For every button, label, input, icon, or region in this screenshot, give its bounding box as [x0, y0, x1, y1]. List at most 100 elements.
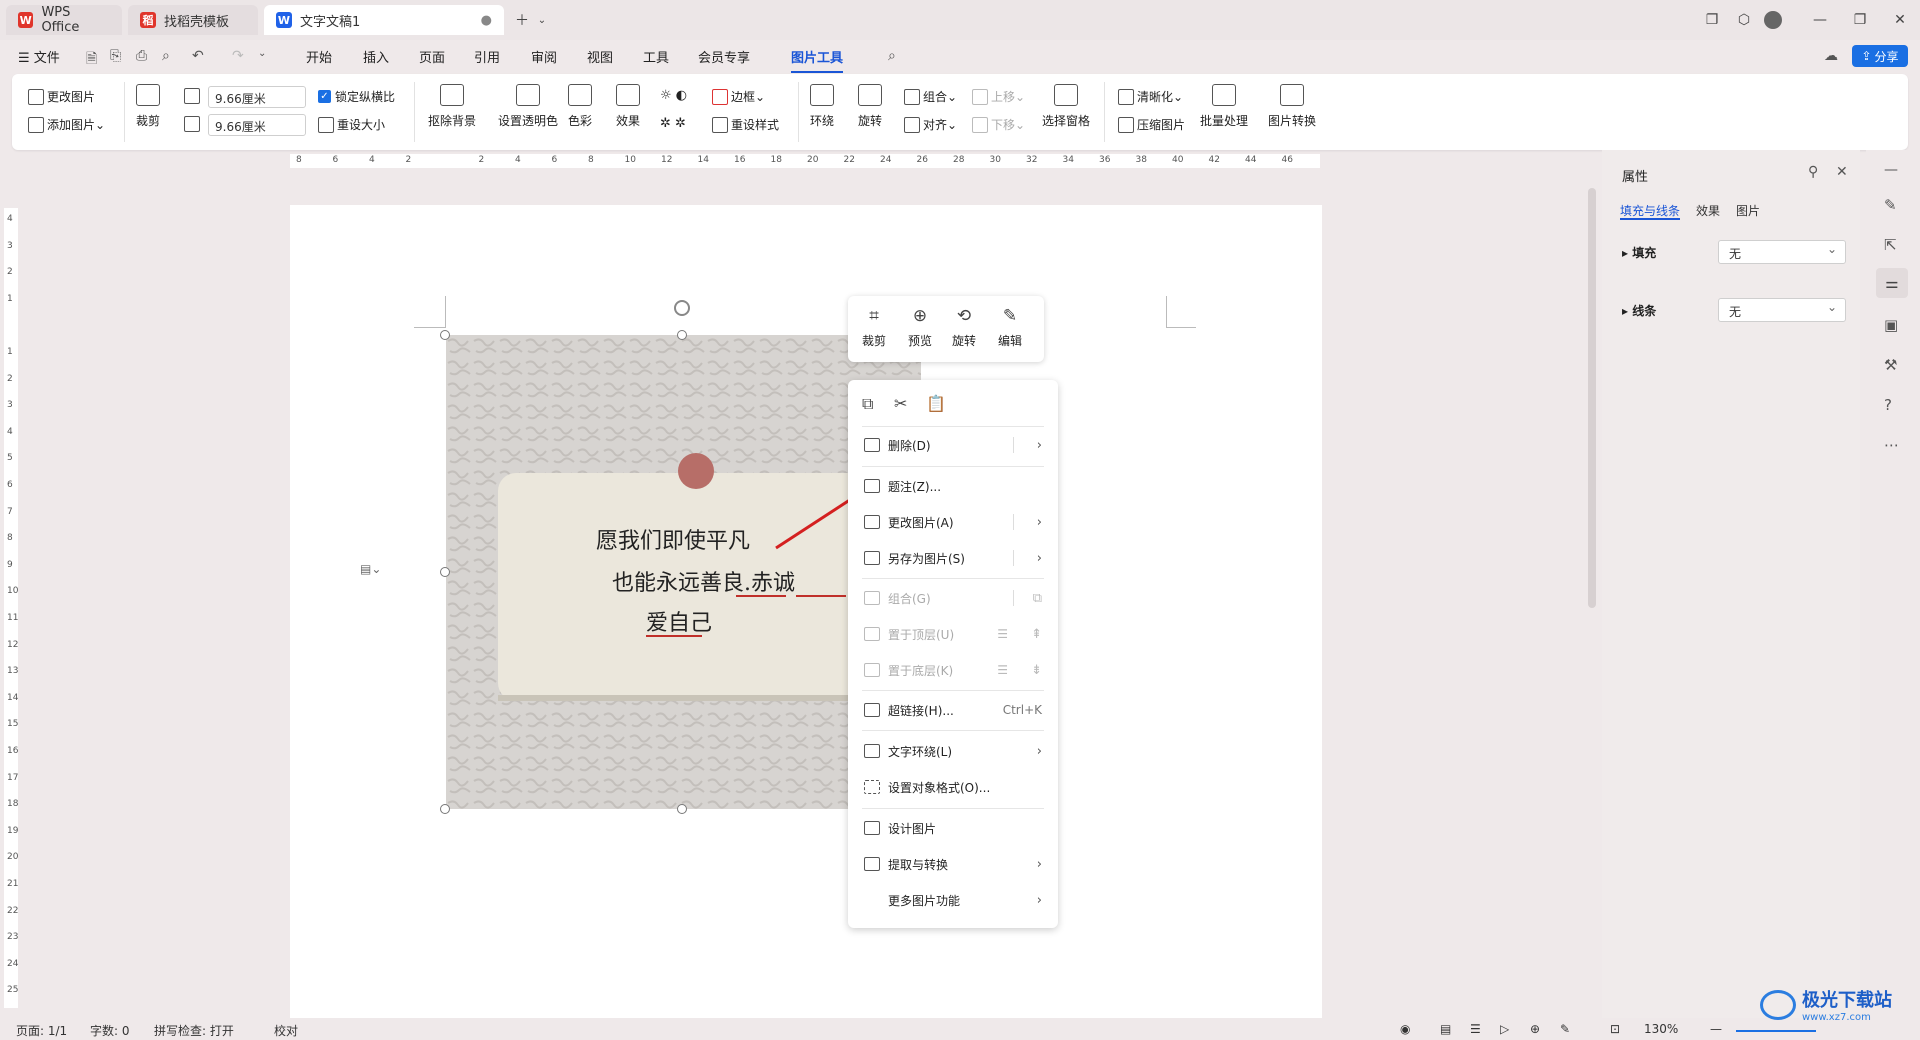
menu-text-wrap[interactable]: 文字环绕(L) › — [848, 738, 1058, 764]
redo-icon[interactable]: ↷ — [232, 48, 244, 64]
page-count[interactable]: 页面: 1/1 — [16, 1022, 67, 1039]
collapse-icon[interactable]: — — [1884, 162, 1898, 178]
more-icon[interactable]: ⋯ — [1884, 436, 1899, 454]
menu-bring-to-front[interactable]: 置于顶层(U) ☰ ⇞ — [848, 621, 1058, 647]
tab-document[interactable]: W 文字文稿1 ● — [264, 5, 504, 35]
float-preview-button[interactable]: ⊕ 预览 — [908, 306, 932, 349]
zoom-slider[interactable] — [1736, 1030, 1816, 1032]
cloud-icon[interactable]: ☁ — [1824, 48, 1838, 64]
cut-icon[interactable]: ✂ — [894, 394, 907, 413]
set-transparent-button[interactable]: 设置透明色 — [498, 84, 558, 129]
compress-button[interactable]: 压缩图片 — [1118, 116, 1185, 133]
menu-format-object[interactable]: 设置对象格式(O)... — [848, 774, 1058, 800]
window-layout-icon[interactable]: ❐ — [1700, 8, 1724, 32]
change-picture-button[interactable]: 更改图片 — [28, 88, 95, 105]
save-icon[interactable]: 🗎 — [86, 48, 97, 72]
rotate-button[interactable]: 旋转 — [858, 84, 882, 129]
remove-background-button[interactable]: 抠除背景 — [428, 84, 476, 129]
page-view-icon[interactable]: ▤ — [1440, 1022, 1451, 1036]
eye-icon[interactable]: ◉ — [1400, 1022, 1410, 1036]
float-rotate-button[interactable]: ⟲ 旋转 — [952, 306, 976, 349]
outline-view-icon[interactable]: ☰ — [1470, 1022, 1481, 1036]
avatar[interactable] — [1764, 11, 1782, 29]
undo-icon[interactable]: ↶ — [192, 48, 204, 64]
zoom-out-icon[interactable]: — — [1710, 1022, 1722, 1036]
send-backward-button[interactable]: 下移 ⌄ — [972, 116, 1025, 133]
file-menu[interactable]: ☰ 文件 — [18, 47, 60, 66]
group-button[interactable]: 组合 ⌄ — [904, 88, 957, 105]
tab-docer[interactable]: 稻 找稻壳模板 — [128, 5, 258, 35]
play-icon[interactable]: ▷ — [1500, 1022, 1509, 1036]
crop-button[interactable]: 裁剪 — [136, 84, 160, 129]
menu-more-functions[interactable]: 更多图片功能 › — [848, 887, 1058, 913]
width-input[interactable]: 9.66厘米 — [208, 86, 306, 108]
search-icon[interactable]: ⌕ — [888, 48, 896, 64]
menu-design-picture[interactable]: 设计图片 — [848, 815, 1058, 841]
vertical-scrollbar[interactable] — [1588, 188, 1596, 608]
menu-caption[interactable]: 题注(Z)... — [848, 473, 1058, 499]
properties-icon[interactable]: ⚌ — [1876, 268, 1908, 298]
resize-handle[interactable] — [440, 330, 450, 340]
print-preview-icon[interactable]: ⌕ — [162, 48, 170, 64]
float-edit-button[interactable]: ✎ 编辑 — [998, 306, 1022, 349]
panel-title[interactable]: 属性 — [1622, 166, 1648, 185]
menu-reference[interactable]: 引用 — [474, 47, 500, 66]
picture-convert-button[interactable]: 图片转换 — [1268, 84, 1316, 129]
align-button[interactable]: 对齐 ⌄ — [904, 116, 957, 133]
menu-tools[interactable]: 工具 — [643, 47, 669, 66]
effects-button[interactable]: 效果 — [616, 84, 640, 129]
menu-page[interactable]: 页面 — [419, 47, 445, 66]
resize-handle[interactable] — [440, 567, 450, 577]
panel-tab-effects[interactable]: 效果 — [1696, 202, 1720, 219]
help-icon[interactable]: ? — [1884, 396, 1892, 414]
copy-icon[interactable]: ⧉ — [862, 394, 873, 414]
fit-page-icon[interactable]: ⊡ — [1610, 1022, 1620, 1036]
cube-icon[interactable]: ⬡ — [1732, 8, 1756, 32]
lock-ratio-checkbox[interactable]: ✓ 锁定纵横比 — [318, 88, 395, 105]
bring-forward-button[interactable]: 上移 ⌄ — [972, 88, 1025, 105]
color-button[interactable]: 色彩 — [568, 84, 592, 129]
close-icon[interactable]: ✕ — [1888, 8, 1912, 32]
resize-handle[interactable] — [677, 804, 687, 814]
batch-process-button[interactable]: 批量处理 — [1200, 84, 1248, 129]
close-icon[interactable]: ✕ — [1836, 164, 1848, 180]
panel-tab-fill-line[interactable]: 填充与线条 — [1620, 202, 1680, 219]
tools-icon[interactable]: ⚒ — [1884, 356, 1897, 374]
menu-picture-tools[interactable]: 图片工具 — [791, 47, 844, 73]
proofread[interactable]: 校对 — [274, 1022, 298, 1039]
restore-icon[interactable]: ❐ — [1848, 8, 1872, 32]
pen-icon[interactable]: ✎ — [1560, 1022, 1570, 1036]
pen-icon[interactable]: ✎ — [1884, 196, 1897, 214]
paste-icon[interactable]: 📋 — [926, 394, 946, 413]
tab-wps-office[interactable]: W WPS Office — [6, 5, 122, 35]
horizontal-ruler[interactable]: 8 6 4 2 2 4 6 8 10 12 14 16 18 20 22 24 26 28 30 32 34 36 38 40… — [290, 154, 1320, 168]
brightness-icon[interactable]: ☼ ◐ — [660, 88, 687, 103]
print-icon[interactable]: ⎙ — [136, 48, 147, 64]
menu-hyperlink[interactable]: 超链接(H)... Ctrl+K — [848, 697, 1058, 723]
select-cursor-icon[interactable]: ⇱ — [1884, 236, 1897, 254]
resize-handle[interactable] — [440, 804, 450, 814]
menu-membership[interactable]: 会员专享 — [698, 47, 750, 66]
selection-pane-button[interactable]: 选择窗格 — [1042, 84, 1090, 129]
menu-start[interactable]: 开始 — [306, 47, 332, 66]
picture-edit-icon[interactable]: ▣ — [1884, 316, 1898, 334]
export-icon[interactable]: ⎘ — [110, 48, 121, 64]
resize-handle[interactable] — [677, 330, 687, 340]
menu-send-to-back[interactable]: 置于底层(K) ☰ ⇟ — [848, 657, 1058, 683]
pin-icon[interactable]: ⚲ — [1808, 164, 1818, 180]
line-section[interactable]: ▸ 线条 — [1622, 302, 1656, 319]
menu-save-as-picture[interactable]: 另存为图片(S) › — [848, 545, 1058, 571]
menu-review[interactable]: 审阅 — [531, 47, 557, 66]
rotate-handle-icon[interactable] — [674, 300, 690, 316]
menu-group[interactable]: 组合(G) ⧉ — [848, 585, 1058, 611]
spell-check[interactable]: 拼写检查: 打开 — [154, 1022, 234, 1039]
border-button[interactable]: 边框 ⌄ — [712, 88, 765, 105]
word-count[interactable]: 字数: 0 — [90, 1022, 130, 1039]
panel-tab-picture[interactable]: 图片 — [1736, 202, 1760, 219]
reset-size-button[interactable]: 重设大小 — [318, 116, 385, 133]
menu-delete[interactable]: 删除(D) › — [848, 432, 1058, 458]
minimize-icon[interactable]: — — [1808, 8, 1832, 32]
web-view-icon[interactable]: ⊕ — [1530, 1022, 1540, 1036]
float-crop-button[interactable]: ⌗ 裁剪 — [862, 306, 886, 349]
height-input[interactable]: 9.66厘米 — [208, 114, 306, 136]
